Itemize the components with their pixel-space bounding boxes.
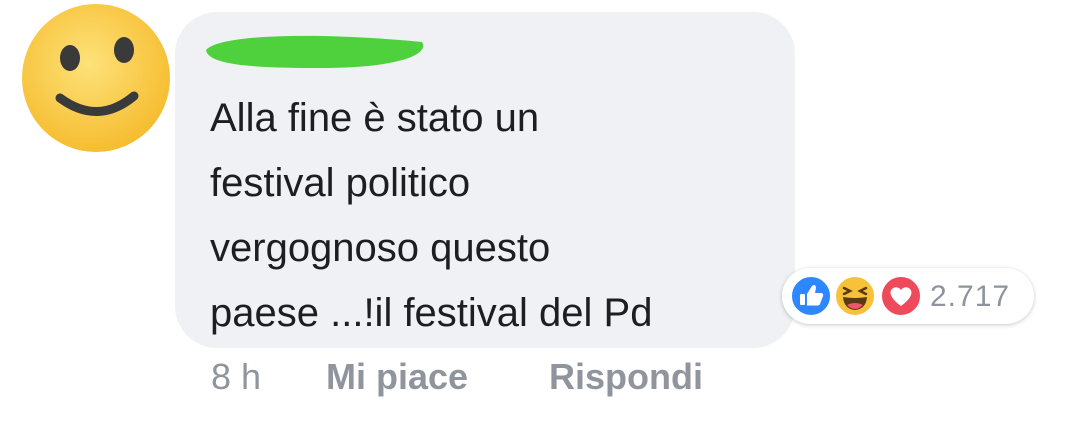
comment-line: festival politico [210, 161, 471, 205]
comment-line: paese ...!il festival del Pd [210, 291, 653, 335]
smiley-face-icon [22, 4, 170, 152]
comment-actions: 8 h Mi piace Rispondi [0, 356, 1080, 406]
reactions-summary[interactable]: 2.717 [782, 268, 1034, 324]
reaction-count: 2.717 [930, 280, 1011, 313]
comment-text: Alla fine è stato un festival politico v… [210, 86, 770, 346]
comment-line: vergognoso questo [210, 226, 551, 270]
comment-container: Alla fine è stato un festival politico v… [0, 0, 1080, 432]
like-button[interactable]: Mi piace [326, 356, 468, 398]
comment-line: Alla fine è stato un [210, 96, 540, 140]
avatar[interactable] [20, 2, 172, 154]
love-icon [880, 275, 922, 317]
smiley-eye-left [60, 45, 80, 71]
reply-button[interactable]: Rispondi [549, 356, 703, 398]
comment-timestamp[interactable]: 8 h [211, 356, 261, 398]
like-icon [790, 275, 832, 317]
author-name-redaction [206, 35, 424, 68]
smiley-eye-right [114, 37, 134, 63]
haha-icon [834, 275, 876, 317]
